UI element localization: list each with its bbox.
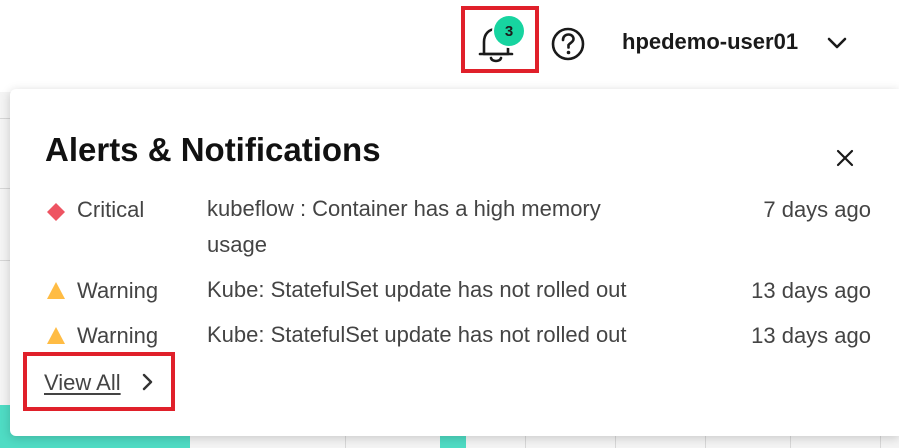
alert-severity: Warning bbox=[77, 323, 159, 348]
alert-severity: Critical bbox=[77, 197, 145, 222]
alert-message: Kube: StatefulSet update has not rolled … bbox=[207, 322, 627, 347]
notification-count-badge: 3 bbox=[494, 16, 524, 46]
alert-time: 7 days ago bbox=[763, 197, 871, 222]
alert-message: kubeflow : Container has a high memory u… bbox=[207, 196, 601, 257]
user-menu-name[interactable]: hpedemo-user01 bbox=[622, 29, 798, 55]
chevron-right-icon[interactable] bbox=[140, 373, 154, 391]
chevron-down-icon[interactable] bbox=[826, 33, 848, 53]
alert-severity: Warning bbox=[77, 278, 159, 303]
warning-triangle-icon bbox=[47, 282, 65, 299]
close-icon[interactable] bbox=[836, 149, 854, 167]
warning-triangle-icon bbox=[47, 327, 65, 344]
help-icon[interactable] bbox=[551, 27, 585, 61]
alert-row[interactable]: Critical kubeflow : Container has a high… bbox=[10, 196, 899, 277]
panel-title: Alerts & Notifications bbox=[45, 131, 381, 168]
critical-diamond-icon bbox=[47, 203, 65, 221]
alert-time: 13 days ago bbox=[751, 278, 871, 303]
alert-message: Kube: StatefulSet update has not rolled … bbox=[207, 277, 627, 302]
alert-row[interactable]: Warning Kube: StatefulSet update has not… bbox=[10, 277, 899, 318]
alert-time: 13 days ago bbox=[751, 323, 871, 348]
view-all-link[interactable]: View All bbox=[44, 370, 121, 396]
